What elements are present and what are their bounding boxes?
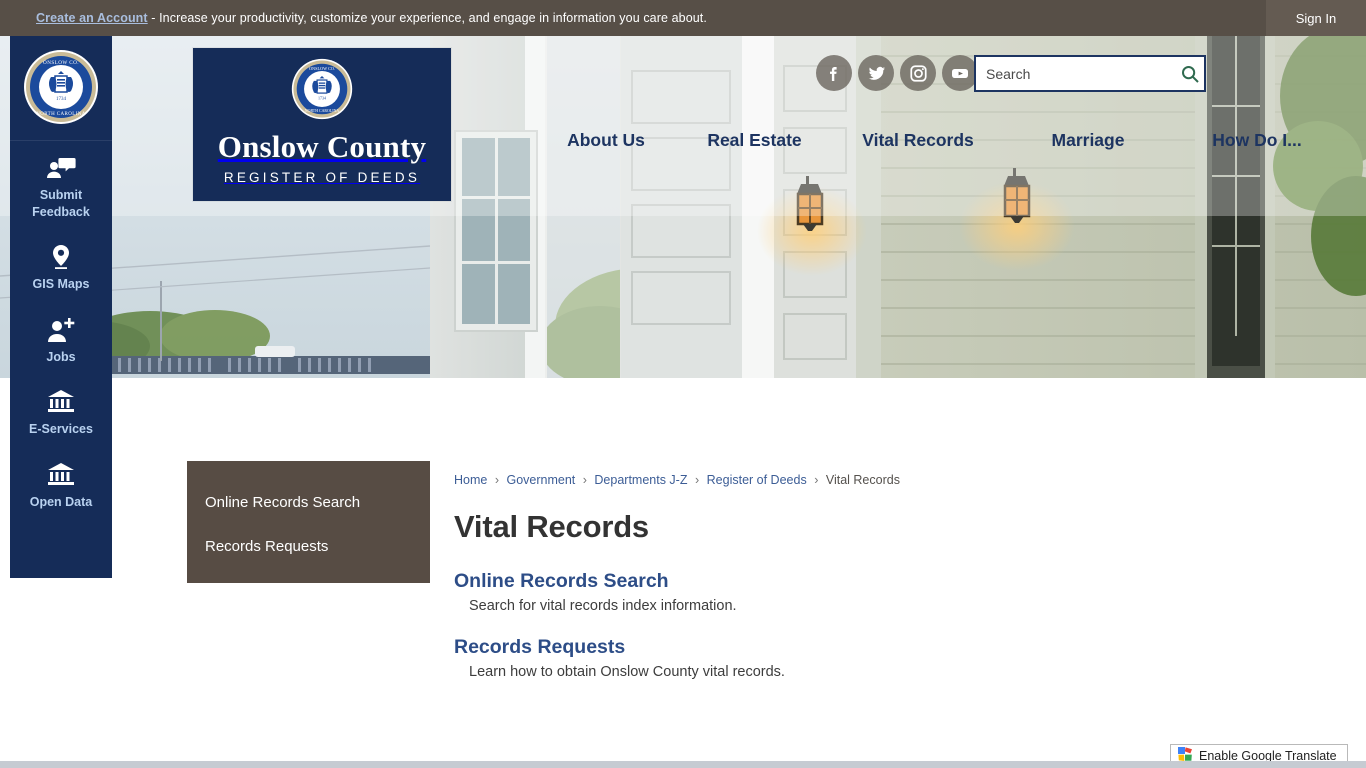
top-bar-message: Create an Account - Increase your produc…	[36, 11, 707, 25]
create-account-link[interactable]: Create an Account	[36, 11, 148, 25]
page-title: Vital Records	[454, 509, 649, 544]
rail-item-open-data[interactable]: Open Data	[10, 448, 112, 521]
sidebar-item-online-records-search[interactable]: Online Records Search	[187, 494, 430, 511]
content-desc-records-requests: Learn how to obtain Onslow County vital …	[469, 664, 785, 680]
breadcrumb-item-register-of-deeds[interactable]: Register of Deeds	[707, 473, 807, 487]
section-sidebar-menu: Online Records Search Records Requests	[187, 461, 430, 583]
svg-text:NORTH CAROLINA: NORTH CAROLINA	[36, 112, 86, 117]
bank-icon	[14, 462, 108, 488]
content-link-online-records-search[interactable]: Online Records Search	[454, 570, 1154, 593]
breadcrumb: Home › Government › Departments J-Z › Re…	[454, 473, 1154, 487]
search-button[interactable]	[1175, 57, 1204, 90]
site-logo[interactable]: 1734 ONSLOW CO. NORTH CAROLINA Onslow Co…	[193, 48, 451, 201]
rail-label: GIS Maps	[32, 277, 90, 291]
instagram-icon[interactable]	[900, 55, 936, 91]
breadcrumb-separator: ›	[694, 473, 700, 487]
facebook-icon[interactable]	[816, 55, 852, 91]
main-navigation: About Us Real Estate Vital Records Marri…	[540, 125, 1366, 155]
search-input[interactable]	[976, 58, 1175, 89]
nav-item-about-us[interactable]: About Us	[567, 130, 645, 151]
breadcrumb-item-departments-j-z[interactable]: Departments J-Z	[594, 473, 687, 487]
logo-title: Onslow County	[217, 129, 427, 164]
site-search	[974, 55, 1206, 92]
svg-text:NORTH CAROLINA: NORTH CAROLINA	[305, 109, 340, 113]
search-icon	[1181, 65, 1199, 83]
logo-seal-icon: 1734 ONSLOW CO. NORTH CAROLINA	[193, 58, 451, 125]
rail-label: Submit Feedback	[32, 188, 90, 219]
breadcrumb-separator: ›	[494, 473, 499, 487]
rail-item-submit-feedback[interactable]: Submit Feedback	[10, 141, 112, 230]
sidebar-item-records-requests[interactable]: Records Requests	[187, 538, 430, 555]
quick-links-rail: 1734 ONSLOW CO. NORTH CAROLINA Submit Fe…	[10, 36, 112, 578]
svg-text:ONSLOW CO.: ONSLOW CO.	[309, 66, 335, 71]
svg-text:1734: 1734	[318, 96, 326, 101]
rail-label: Jobs	[46, 349, 76, 364]
social-links	[816, 55, 978, 91]
page-content: Online Records Search Records Requests H…	[0, 378, 1366, 768]
feedback-icon	[14, 155, 108, 181]
bank-icon	[14, 389, 108, 415]
nav-item-vital-records[interactable]: Vital Records	[862, 130, 974, 151]
breadcrumb-separator: ›	[814, 473, 819, 487]
content-desc-online-records-search: Search for vital records index informati…	[469, 598, 737, 614]
rail-item-e-services[interactable]: E-Services	[10, 375, 112, 448]
rail-label: E-Services	[29, 422, 93, 436]
top-bar-message-text: - Increase your productivity, customize …	[147, 11, 707, 25]
logo-subtitle: REGISTER OF DEEDS	[223, 170, 421, 185]
youtube-icon[interactable]	[942, 55, 978, 91]
breadcrumb-item-home[interactable]: Home	[454, 473, 487, 487]
page-bottom-bar	[0, 761, 1366, 768]
breadcrumb-current: Vital Records	[825, 473, 900, 487]
utility-top-bar: Create an Account - Increase your produc…	[0, 0, 1366, 36]
breadcrumb-separator: ›	[582, 473, 587, 487]
county-seal: 1734 ONSLOW CO. NORTH CAROLINA	[23, 49, 99, 130]
main-column: Home › Government › Departments J-Z › Re…	[454, 473, 1154, 702]
twitter-icon[interactable]	[858, 55, 894, 91]
rail-item-gis-maps[interactable]: GIS Maps	[10, 230, 112, 303]
rail-item-jobs[interactable]: Jobs	[10, 303, 112, 376]
svg-text:ONSLOW CO.: ONSLOW CO.	[43, 60, 79, 66]
sign-in-button[interactable]: Sign In	[1266, 0, 1366, 36]
content-link-records-requests[interactable]: Records Requests	[454, 636, 1154, 659]
page-root: Create an Account - Increase your produc…	[0, 0, 1366, 768]
nav-item-how-do-i[interactable]: How Do I...	[1212, 130, 1301, 151]
svg-text:1734: 1734	[56, 97, 67, 102]
nav-item-real-estate[interactable]: Real Estate	[707, 130, 801, 151]
nav-item-marriage[interactable]: Marriage	[1052, 130, 1125, 151]
rail-label: Open Data	[29, 494, 93, 509]
person-add-icon	[14, 317, 108, 343]
breadcrumb-item-government[interactable]: Government	[506, 473, 575, 487]
map-pin-icon	[14, 244, 108, 270]
